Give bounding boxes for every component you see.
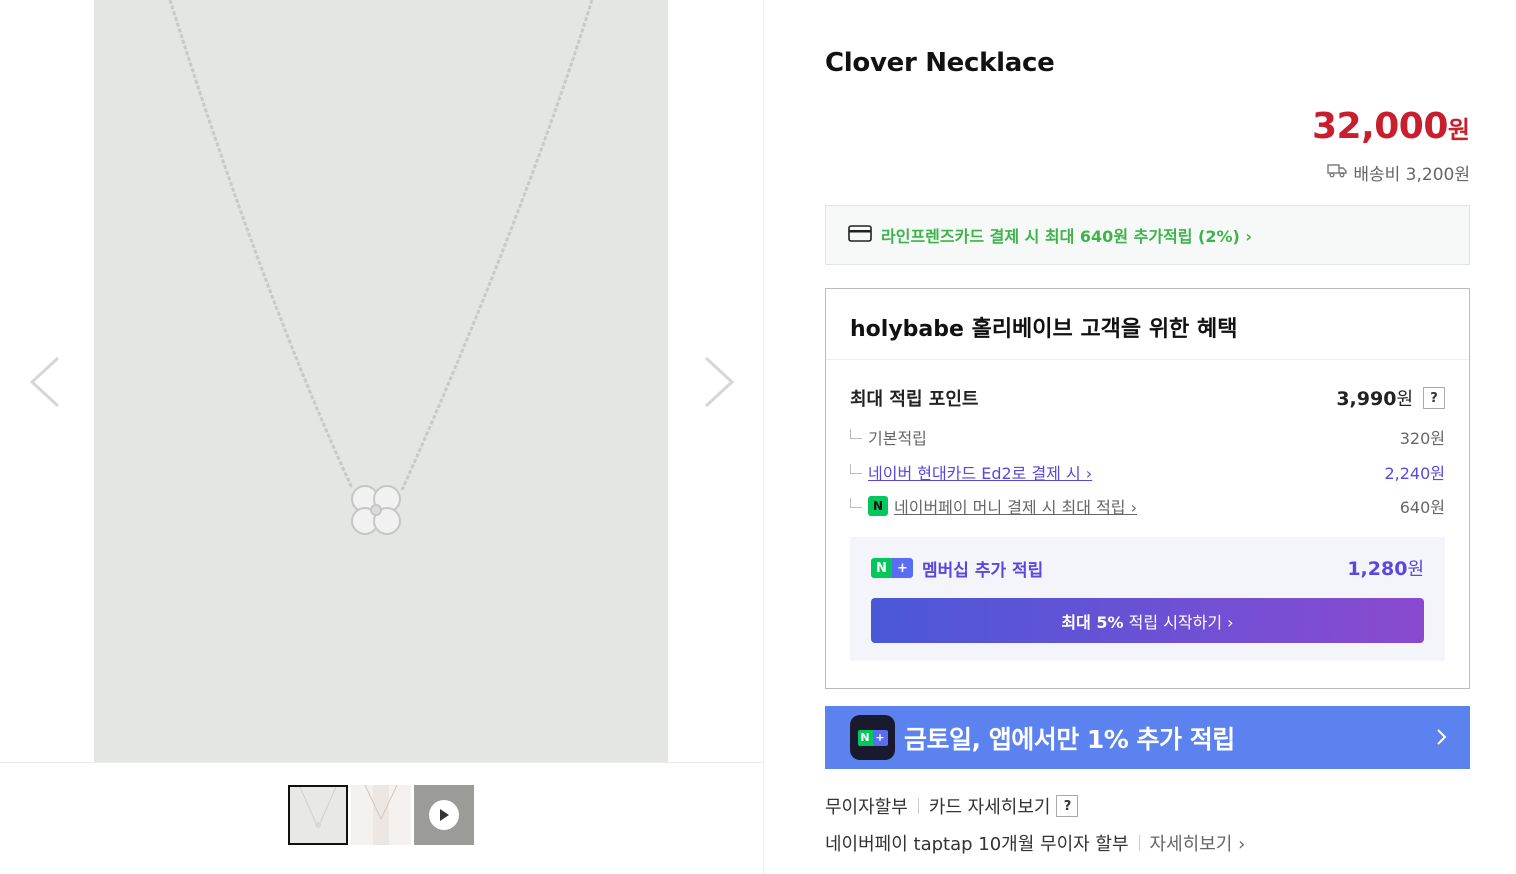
max-points-value: 3,990원 ?: [1336, 385, 1445, 411]
shipping-text: 배송비 3,200원: [1353, 165, 1470, 185]
app-promo-text: 금토일, 앱에서만 1% 추가 적립: [904, 724, 1235, 754]
thumbnail-necklace-front[interactable]: [288, 785, 348, 845]
naver-pay-icon: N: [868, 496, 888, 516]
help-icon[interactable]: ?: [1056, 795, 1079, 817]
chevron-right-icon[interactable]: [700, 352, 740, 412]
product-title: Clover Necklace: [825, 48, 1055, 78]
installment-row: 무이자할부 카드 자세히보기 ?: [825, 793, 1079, 819]
tree-elbow-icon: [850, 429, 862, 439]
card-promo-text: 라인프렌즈카드 결제 시 최대 640원 추가적립 (2%) ›: [881, 227, 1253, 246]
thumbnail-video[interactable]: [414, 785, 474, 845]
max-points-unit: 원: [1396, 389, 1413, 410]
truck-icon: [1327, 162, 1348, 183]
npay-installment-row: 네이버페이 taptap 10개월 무이자 할부 자세히보기 ›: [825, 830, 1245, 856]
basic-points-row: 기본적립 320원: [850, 425, 1445, 449]
installment-label: 무이자할부: [825, 797, 908, 818]
credit-card-icon: [848, 224, 872, 246]
hyundai-card-row: 네이버 현대카드 Ed2로 결제 시 › 2,240원: [850, 460, 1445, 484]
hyundai-card-value: 2,240원: [1384, 464, 1445, 483]
separator: [1138, 835, 1140, 851]
product-gallery: [0, 0, 764, 874]
price-value: 32,000: [1311, 106, 1448, 147]
card-promo-banner[interactable]: 라인프렌즈카드 결제 시 최대 640원 추가적립 (2%) ›: [825, 205, 1470, 265]
product-page: Clover Necklace 32,000원 배송비 3,200원 라인프렌즈…: [0, 0, 1516, 874]
tree-elbow-icon: [850, 464, 862, 474]
max-points-number: 3,990: [1336, 388, 1397, 410]
product-price: 32,000원: [1312, 106, 1470, 147]
membership-panel: N + 멤버십 추가 적립 1,280원 최대 5% 적립 시작하기 ›: [850, 537, 1445, 661]
help-icon[interactable]: ?: [1423, 387, 1445, 409]
gallery-divider: [0, 762, 764, 763]
card-details-link[interactable]: 카드 자세히보기: [929, 793, 1051, 819]
chevron-left-icon[interactable]: [24, 352, 64, 412]
thumbnail-necklace-worn[interactable]: [351, 785, 411, 845]
chevron-right-icon: [1436, 726, 1448, 752]
max-points-label: 최대 적립 포인트: [850, 389, 979, 410]
membership-row: N + 멤버십 추가 적립 1,280원: [871, 555, 1424, 581]
naver-plus-app-icon: N +: [850, 715, 895, 760]
app-promo-banner[interactable]: N + 금토일, 앱에서만 1% 추가 적립: [825, 706, 1470, 769]
price-unit: 원: [1447, 116, 1470, 144]
membership-button-text: 적립 시작하기 ›: [1123, 612, 1234, 632]
basic-points-value: 320원: [1399, 429, 1445, 448]
npay-money-value: 640원: [1399, 498, 1445, 517]
npay-money-link[interactable]: 네이버페이 머니 결제 시 최대 적립 ›: [894, 494, 1137, 518]
play-icon[interactable]: [429, 800, 459, 830]
thumbnail-list: [288, 785, 474, 845]
membership-label: 멤버십 추가 적립: [922, 560, 1044, 581]
benefits-box: holybabe 홀리베이브 고객을 위한 혜택 최대 적립 포인트 3,990…: [825, 288, 1470, 689]
membership-button-bold: 최대 5%: [1061, 612, 1124, 632]
max-points-row: 최대 적립 포인트 3,990원 ?: [850, 385, 1445, 411]
installment-details-link[interactable]: 자세히보기 ›: [1150, 830, 1246, 856]
shipping-fee: 배송비 3,200원: [1327, 160, 1470, 185]
npay-money-row: N 네이버페이 머니 결제 시 최대 적립 › 640원: [850, 494, 1445, 518]
basic-points-label: 기본적립: [868, 429, 927, 448]
membership-value: 1,280원: [1347, 558, 1424, 580]
separator: [917, 798, 919, 814]
benefits-title: holybabe 홀리베이브 고객을 위한 혜택: [826, 289, 1469, 360]
main-product-image[interactable]: [94, 0, 668, 762]
naver-plus-icon: N +: [871, 558, 913, 578]
start-membership-button[interactable]: 최대 5% 적립 시작하기 ›: [871, 598, 1424, 643]
hyundai-card-link[interactable]: 네이버 현대카드 Ed2로 결제 시 ›: [868, 460, 1092, 484]
npay-installment-label: 네이버페이 taptap 10개월 무이자 할부: [825, 834, 1129, 855]
tree-elbow-icon: [850, 498, 862, 508]
